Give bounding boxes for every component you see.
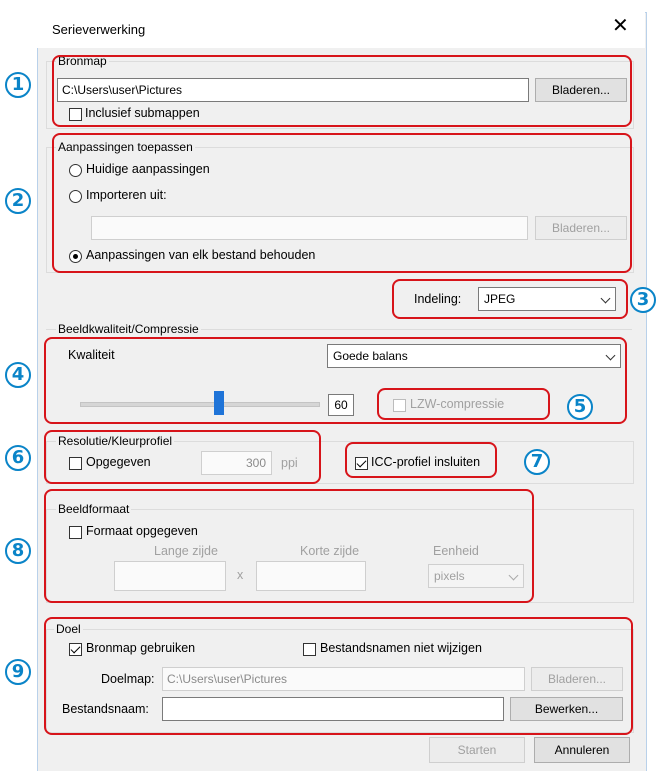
window-title: Serieverwerking: [52, 22, 146, 37]
callout-number-2: 2: [5, 188, 31, 214]
close-icon[interactable]: ✕: [612, 16, 629, 36]
callout-box-6: [44, 430, 321, 484]
callout-number-3: 3: [630, 287, 656, 313]
cancel-button[interactable]: Annuleren: [534, 737, 630, 763]
callout-box-7: [345, 442, 497, 478]
callout-number-1: 1: [5, 72, 31, 98]
callout-number-6: 6: [5, 445, 31, 471]
callout-box-5: [377, 388, 550, 420]
callout-number-9: 9: [5, 659, 31, 685]
callout-box-2: [52, 133, 632, 273]
quality-group-label: Beeldkwaliteit/Compressie: [56, 322, 201, 336]
start-button[interactable]: Starten: [429, 737, 525, 763]
callout-number-4: 4: [5, 362, 31, 388]
callout-number-5: 5: [567, 394, 593, 420]
callout-number-8: 8: [5, 538, 31, 564]
callout-number-7: 7: [524, 449, 550, 475]
callout-box-9: [44, 617, 633, 735]
callout-box-8: [44, 489, 534, 603]
callout-box-3: [392, 279, 628, 319]
callout-box-1: [52, 55, 632, 127]
